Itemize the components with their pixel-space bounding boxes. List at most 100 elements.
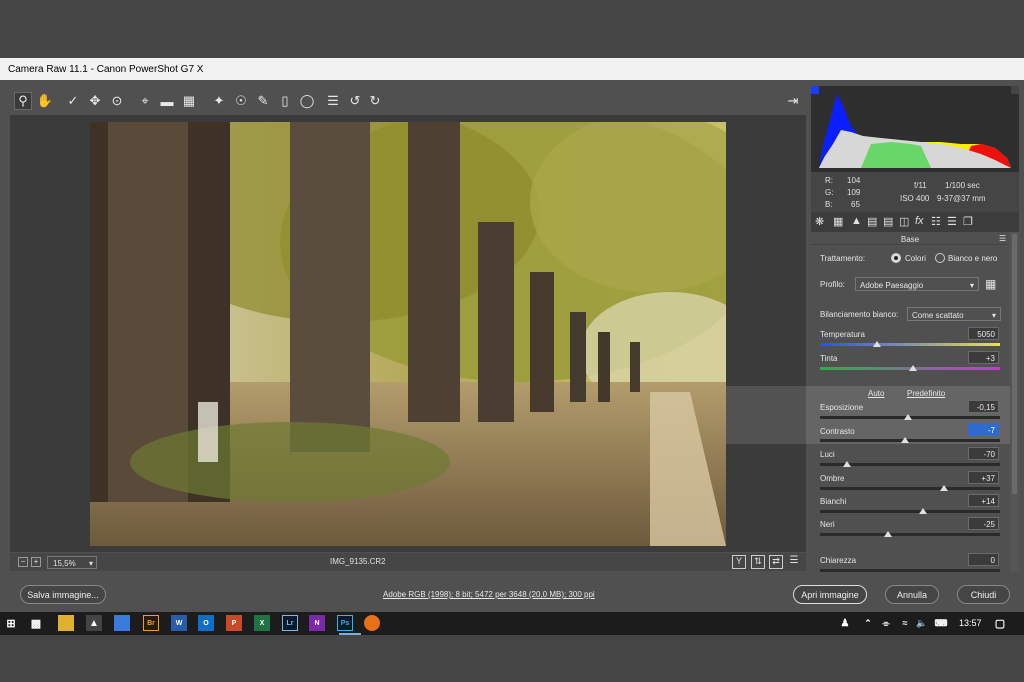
- hsl-icon[interactable]: ▤: [867, 215, 881, 229]
- wb-select[interactable]: Come scattato ▾: [907, 307, 1001, 321]
- snapshots-icon[interactable]: ❐: [963, 215, 977, 229]
- file-name: IMG_9135.CR2: [330, 557, 386, 566]
- straighten-icon[interactable]: ▬: [158, 92, 176, 110]
- toolbar: ⚲ ✋ ✓ ✥ ⊙ ⌖ ▬ ▦ ✦ ☉ ✎ ▯ ◯ ☰ ↺ ↻ ⇥: [10, 90, 810, 112]
- windows-start-icon[interactable]: ⊞: [3, 615, 19, 631]
- tray-chevron-icon[interactable]: ⌃: [860, 615, 876, 631]
- contrast-slider[interactable]: [820, 439, 1000, 442]
- rotate-right-icon[interactable]: ↻: [366, 92, 384, 110]
- shadows-thumb[interactable]: [940, 485, 948, 491]
- panel-menu-icon[interactable]: ☰: [999, 234, 1007, 243]
- settings-icon[interactable]: ☰: [787, 555, 801, 569]
- targeted-adjustment-icon[interactable]: ⊙: [108, 92, 126, 110]
- panel-scrollbar[interactable]: [1010, 232, 1019, 572]
- presets-icon[interactable]: ☰: [947, 215, 961, 229]
- calibration-icon[interactable]: ☷: [931, 215, 945, 229]
- blacks-slider[interactable]: [820, 533, 1000, 536]
- color-sampler-icon[interactable]: ✥: [86, 92, 104, 110]
- profile-select[interactable]: Adobe Paesaggio ▾: [855, 277, 979, 291]
- shadows-value[interactable]: +37: [968, 471, 999, 484]
- outlook-icon[interactable]: O: [198, 615, 214, 631]
- highlights-value[interactable]: -70: [968, 447, 999, 460]
- spot-removal-icon[interactable]: ✦: [210, 92, 228, 110]
- zoom-out-button[interactable]: −: [18, 557, 28, 567]
- excel-icon[interactable]: X: [254, 615, 270, 631]
- store-icon[interactable]: ▲: [86, 615, 102, 631]
- paint-icon[interactable]: [114, 615, 130, 631]
- lightroom-icon[interactable]: Lr: [282, 615, 298, 631]
- onenote-icon[interactable]: N: [309, 615, 325, 631]
- swap-icon[interactable]: ⇄: [769, 555, 783, 569]
- temperature-thumb[interactable]: [873, 341, 881, 347]
- bw-radio[interactable]: [935, 253, 945, 263]
- before-after-icon[interactable]: ⇅: [751, 555, 765, 569]
- detail-icon[interactable]: ▲: [851, 215, 865, 229]
- split-toning-icon[interactable]: ▤: [883, 215, 897, 229]
- zoom-icon[interactable]: ⚲: [14, 92, 32, 110]
- tone-curve-icon[interactable]: ▦: [833, 215, 847, 229]
- contrast-label: Contrasto: [820, 427, 855, 436]
- volume-icon[interactable]: 🔈: [914, 615, 930, 631]
- clock[interactable]: 13:57: [959, 618, 982, 628]
- adjustment-brush-icon[interactable]: ✎: [254, 92, 272, 110]
- exposure-value[interactable]: -0,15: [968, 400, 999, 413]
- contrast-thumb[interactable]: [901, 437, 909, 443]
- task-view-icon[interactable]: ▩: [28, 615, 44, 631]
- fullscreen-icon[interactable]: ⇥: [784, 92, 802, 110]
- whites-slider[interactable]: [820, 510, 1000, 513]
- preferences-icon[interactable]: ☰: [324, 92, 342, 110]
- notifications-icon[interactable]: ▢: [992, 615, 1008, 631]
- tint-thumb[interactable]: [909, 365, 917, 371]
- temperature-value[interactable]: 5050: [968, 327, 999, 340]
- aperture-value: f/11: [914, 181, 927, 190]
- highlight-clip-icon[interactable]: [1011, 86, 1019, 94]
- firefox-icon[interactable]: [364, 615, 380, 631]
- powerpoint-icon[interactable]: P: [226, 615, 242, 631]
- done-button[interactable]: Chiudi: [957, 585, 1010, 604]
- contrast-value[interactable]: -7: [968, 423, 999, 436]
- temperature-slider[interactable]: [820, 343, 1000, 346]
- blacks-thumb[interactable]: [884, 531, 892, 537]
- zoom-in-button[interactable]: +: [31, 557, 41, 567]
- keyboard-icon[interactable]: ⌨: [933, 615, 949, 631]
- word-icon[interactable]: W: [171, 615, 187, 631]
- hand-icon[interactable]: ✋: [36, 92, 54, 110]
- open-image-button[interactable]: Apri immagine: [793, 585, 867, 604]
- effects-icon[interactable]: fx: [915, 215, 929, 229]
- color-radio[interactable]: [891, 253, 901, 263]
- default-link[interactable]: Predefinito: [907, 389, 945, 398]
- crop-icon[interactable]: ⌖: [136, 92, 154, 110]
- zoom-select[interactable]: 15,5% ▾: [47, 556, 97, 569]
- graduated-filter-icon[interactable]: ▯: [276, 92, 294, 110]
- clarity-value[interactable]: 0: [968, 553, 999, 566]
- network-icon[interactable]: ⌯: [878, 615, 894, 631]
- red-eye-icon[interactable]: ☉: [232, 92, 250, 110]
- file-explorer-icon[interactable]: [58, 615, 74, 631]
- white-balance-icon[interactable]: ✓: [64, 92, 82, 110]
- whites-thumb[interactable]: [919, 508, 927, 514]
- preview-image[interactable]: [90, 122, 726, 546]
- shadow-clip-icon[interactable]: [811, 86, 819, 94]
- shadows-slider[interactable]: [820, 487, 1000, 490]
- radial-filter-icon[interactable]: ◯: [298, 92, 316, 110]
- exposure-label: Esposizione: [820, 403, 864, 412]
- tint-value[interactable]: +3: [968, 351, 999, 364]
- people-icon[interactable]: ♟: [837, 615, 853, 631]
- save-image-button[interactable]: Salva immagine...: [20, 585, 106, 604]
- basic-panel-icon[interactable]: ❋: [815, 215, 829, 229]
- workflow-options-link[interactable]: Adobe RGB (1998); 8 bit; 5472 per 3648 (…: [383, 590, 595, 599]
- photoshop-icon[interactable]: Ps: [337, 615, 353, 631]
- exposure-thumb[interactable]: [904, 414, 912, 420]
- wifi-icon[interactable]: ≈: [897, 615, 913, 631]
- whites-value[interactable]: +14: [968, 494, 999, 507]
- transform-icon[interactable]: ▦: [180, 92, 198, 110]
- profile-browser-icon[interactable]: ▦: [985, 277, 999, 291]
- blacks-value[interactable]: -25: [968, 517, 999, 530]
- cancel-button[interactable]: Annulla: [885, 585, 939, 604]
- auto-link[interactable]: Auto: [868, 389, 884, 398]
- view-toggle-icon[interactable]: Y: [732, 555, 746, 569]
- bridge-icon[interactable]: Br: [143, 615, 159, 631]
- lens-corrections-icon[interactable]: ◫: [899, 215, 913, 229]
- rotate-left-icon[interactable]: ↺: [346, 92, 364, 110]
- highlights-thumb[interactable]: [843, 461, 851, 467]
